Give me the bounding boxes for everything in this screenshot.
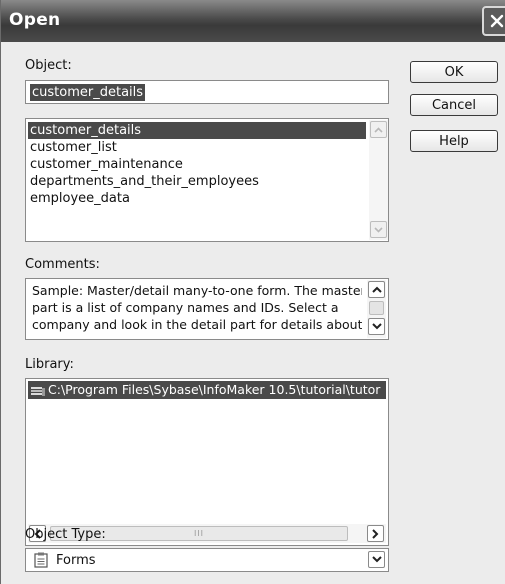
library-label: Library: bbox=[25, 357, 74, 372]
comments-line: Sample: Master/detail many-to-one form. … bbox=[32, 283, 362, 298]
scroll-up-button[interactable] bbox=[370, 121, 387, 138]
scroll-up-button[interactable] bbox=[368, 281, 385, 298]
object-input[interactable]: customer_details bbox=[25, 80, 389, 104]
chevron-down-icon bbox=[371, 556, 382, 563]
scroll-down-button[interactable] bbox=[370, 221, 387, 238]
form-icon bbox=[34, 552, 48, 572]
list-item[interactable]: departments_and_their_employees bbox=[28, 173, 366, 190]
scroll-right-button[interactable] bbox=[367, 525, 384, 542]
cancel-button[interactable]: Cancel bbox=[410, 94, 498, 116]
chevron-down-icon bbox=[371, 323, 382, 330]
list-item[interactable]: customer_details bbox=[28, 122, 366, 139]
comments-textarea[interactable]: Sample: Master/detail many-to-one form. … bbox=[25, 278, 389, 340]
comments-line: company and look in the detail part for … bbox=[32, 317, 362, 332]
object-type-value: Forms bbox=[56, 553, 96, 568]
dropdown-button[interactable] bbox=[368, 551, 385, 568]
ok-button[interactable]: OK bbox=[410, 61, 498, 83]
comments-label: Comments: bbox=[25, 257, 100, 272]
object-list-scrollbar[interactable] bbox=[369, 120, 388, 240]
scroll-down-button[interactable] bbox=[368, 318, 385, 335]
close-button[interactable] bbox=[482, 6, 505, 36]
chevron-up-icon bbox=[374, 126, 383, 133]
comments-line: part is a list of company names and IDs.… bbox=[32, 300, 339, 315]
chevron-right-icon bbox=[372, 528, 379, 539]
dialog-title: Open bbox=[9, 10, 61, 30]
close-icon bbox=[490, 14, 504, 28]
scroll-grip: III bbox=[193, 529, 205, 538]
comments-scrollbar[interactable] bbox=[367, 280, 386, 338]
library-item[interactable]: C:\Program Files\Sybase\InfoMaker 10.5\t… bbox=[28, 381, 386, 399]
list-item[interactable]: customer_maintenance bbox=[28, 156, 366, 173]
object-label: Object: bbox=[25, 58, 72, 73]
list-item[interactable]: employee_data bbox=[28, 190, 366, 207]
object-list[interactable]: customer_details customer_list customer_… bbox=[25, 118, 389, 242]
library-list[interactable]: C:\Program Files\Sybase\InfoMaker 10.5\t… bbox=[25, 378, 389, 546]
object-input-value: customer_details bbox=[30, 84, 146, 101]
comments-text: Sample: Master/detail many-to-one form. … bbox=[32, 282, 362, 333]
library-icon bbox=[31, 384, 46, 399]
chevron-up-icon bbox=[371, 286, 382, 293]
scroll-thumb[interactable] bbox=[369, 301, 384, 315]
library-path: C:\Program Files\Sybase\InfoMaker 10.5\t… bbox=[48, 382, 381, 397]
title-bar[interactable]: Open bbox=[1, 0, 505, 42]
object-type-label: Object Type: bbox=[25, 527, 106, 542]
list-item[interactable]: customer_list bbox=[28, 139, 366, 156]
help-button[interactable]: Help bbox=[410, 130, 498, 152]
object-type-select[interactable]: Forms bbox=[25, 548, 389, 572]
open-dialog: Open Object: customer_details customer_d… bbox=[0, 0, 505, 584]
chevron-down-icon bbox=[374, 226, 383, 233]
